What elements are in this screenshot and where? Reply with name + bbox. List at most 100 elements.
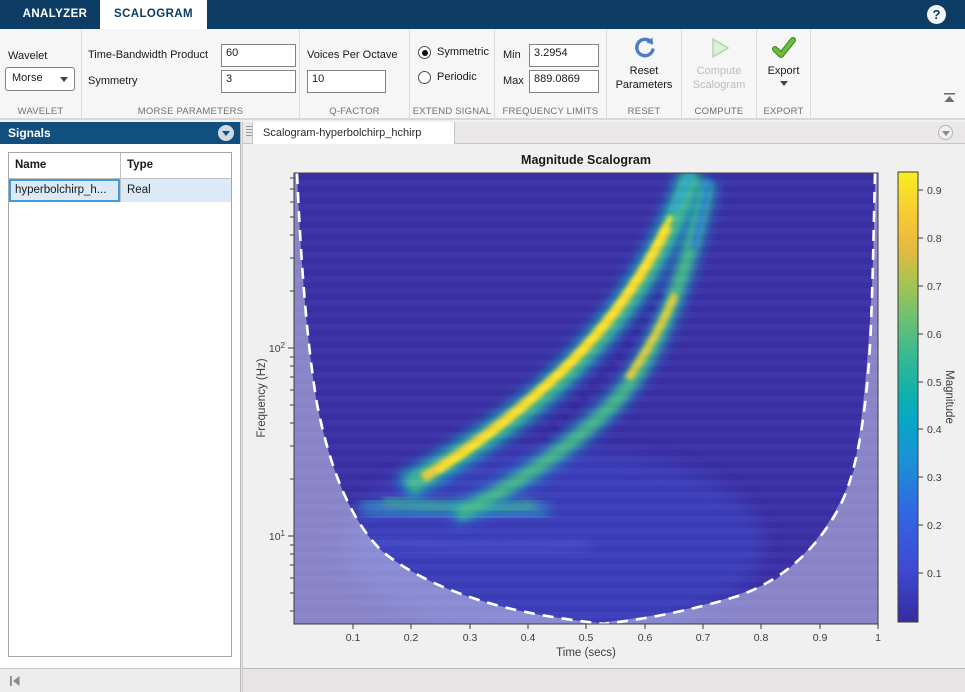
min-input[interactable]: 3.2954 xyxy=(529,44,599,67)
column-header-type[interactable]: Type xyxy=(121,153,231,178)
section-label-reset: RESET xyxy=(607,106,681,117)
section-export: Export EXPORT xyxy=(757,29,811,120)
reset-circular-arrow-icon xyxy=(631,35,657,61)
column-header-name[interactable]: Name xyxy=(9,153,121,178)
section-frequency-limits: Min 3.2954 Max 889.0869 FREQUENCY LIMITS xyxy=(495,29,607,120)
x-tick-label: 0.3 xyxy=(463,632,478,644)
export-button[interactable]: Export xyxy=(757,33,810,86)
tb-product-label: Time-Bandwidth Product xyxy=(88,49,208,61)
signals-panel-menu-icon[interactable] xyxy=(218,125,234,141)
document-tab-scalogram[interactable]: Scalogram-hyperbolchirp_hchirp xyxy=(252,122,455,144)
x-axis-label: Time (secs) xyxy=(556,647,616,659)
x-tick-label: 0.4 xyxy=(521,632,536,644)
section-compute: Compute Scalogram COMPUTE xyxy=(682,29,757,120)
colorbar-tick-label: 0.4 xyxy=(927,424,942,436)
wavelet-dropdown[interactable]: Morse xyxy=(5,67,75,91)
colorbar-tick-label: 0.3 xyxy=(927,472,942,484)
radio-symmetric-label: Symmetric xyxy=(437,46,489,58)
reset-parameters-button[interactable]: Reset Parameters xyxy=(607,33,681,92)
compute-line1: Compute xyxy=(682,64,756,78)
section-qfactor: Voices Per Octave 10 Q-FACTOR xyxy=(300,29,410,120)
section-extend-signal: Symmetric Periodic EXTEND SIGNAL xyxy=(410,29,495,120)
signal-name-cell[interactable]: hyperbolchirp_h... xyxy=(9,179,121,202)
reset-line2: Parameters xyxy=(607,78,681,92)
signals-table-header: Name Type xyxy=(9,153,231,179)
section-label-wavelet: WAVELET xyxy=(0,106,81,117)
colorbar-tick-label: 0.2 xyxy=(927,520,942,532)
scalogram-chart: Magnitude Scalogram xyxy=(243,144,965,668)
section-label-qfactor: Q-FACTOR xyxy=(300,106,409,117)
signals-panel: Signals Name Type hyperbolchirp_h... Rea… xyxy=(0,122,240,668)
document-tabbar: Scalogram-hyperbolchirp_hchirp xyxy=(243,122,965,144)
colorbar-tick-label: 0.9 xyxy=(927,185,942,197)
signals-panel-title: Signals xyxy=(8,122,51,144)
radio-circle-icon xyxy=(418,71,431,84)
signal-type-cell[interactable]: Real xyxy=(121,179,231,202)
help-icon[interactable]: ? xyxy=(927,5,946,24)
voices-input[interactable]: 10 xyxy=(307,70,386,93)
y-axis-ticks xyxy=(288,178,294,611)
heatmap-body[interactable] xyxy=(294,173,878,639)
colorbar-label: Magnitude xyxy=(943,370,955,424)
section-morse-parameters: Time-Bandwidth Product 60 Symmetry 3 MOR… xyxy=(82,29,300,120)
document-menu-icon[interactable] xyxy=(938,125,953,140)
y-tick-label: 102 xyxy=(269,341,286,355)
symmetry-input[interactable]: 3 xyxy=(221,70,296,93)
radio-periodic[interactable]: Periodic xyxy=(418,71,493,86)
minimize-toolstrip-icon[interactable] xyxy=(942,92,957,105)
radio-symmetric[interactable]: Symmetric xyxy=(418,46,493,61)
colorbar-tick-label: 0.6 xyxy=(927,329,942,341)
section-label-compute: COMPUTE xyxy=(682,106,756,117)
x-tick-label: 0.2 xyxy=(404,632,419,644)
tab-scalogram[interactable]: SCALOGRAM xyxy=(100,0,207,29)
signals-panel-header: Signals xyxy=(0,122,240,144)
colorbar-tick-label: 0.7 xyxy=(927,281,942,293)
play-triangle-icon xyxy=(706,35,732,61)
collapse-panel-icon[interactable] xyxy=(8,674,22,688)
scalogram-figure: Magnitude Scalogram xyxy=(243,144,965,668)
max-label: Max xyxy=(503,75,524,87)
toolstrip: Wavelet Morse WAVELET Time-Bandwidth Pro… xyxy=(0,29,965,120)
x-tick-label: 0.5 xyxy=(579,632,594,644)
document-statusbar xyxy=(243,668,965,692)
colorbar-tick-labels: 0.9 0.8 0.7 0.6 0.5 0.4 0.3 0.2 0.1 xyxy=(927,185,942,580)
y-axis-label: Frequency (Hz) xyxy=(256,358,268,437)
x-tick-label: 0.9 xyxy=(813,632,828,644)
green-check-icon xyxy=(771,35,797,61)
chart-title: Magnitude Scalogram xyxy=(521,153,651,167)
wavelet-analyzer-app: ANALYZER SCALOGRAM ? Wavelet Morse WAVEL… xyxy=(0,0,965,692)
wavelet-dropdown-value: Morse xyxy=(12,72,43,84)
signals-table: Name Type hyperbolchirp_h... Real xyxy=(8,152,232,657)
x-tick-label: 0.6 xyxy=(638,632,653,644)
x-tick-label: 0.8 xyxy=(754,632,769,644)
symmetry-label: Symmetry xyxy=(88,75,138,87)
colorbar[interactable] xyxy=(898,172,918,622)
colorbar-ticks xyxy=(918,190,923,573)
export-label: Export xyxy=(757,64,810,78)
x-axis-tick-labels: 0.1 0.2 0.3 0.4 0.5 0.6 0.7 0.8 0.9 1 xyxy=(346,632,881,644)
chevron-down-icon xyxy=(780,81,788,86)
signals-panel-statusbar xyxy=(0,668,240,692)
x-axis-ticks xyxy=(353,624,878,629)
max-input[interactable]: 889.0869 xyxy=(529,70,599,93)
x-tick-label: 1 xyxy=(875,632,881,644)
colorbar-tick-label: 0.1 xyxy=(927,568,942,580)
radio-periodic-label: Periodic xyxy=(437,71,477,83)
colorbar-tick-label: 0.5 xyxy=(927,377,942,389)
table-row[interactable]: hyperbolchirp_h... Real xyxy=(9,179,231,202)
x-tick-label: 0.7 xyxy=(696,632,711,644)
section-wavelet: Wavelet Morse WAVELET xyxy=(0,29,82,120)
app-titlebar: ANALYZER SCALOGRAM ? xyxy=(0,0,965,29)
tab-analyzer[interactable]: ANALYZER xyxy=(10,0,100,29)
section-label-morse: MORSE PARAMETERS xyxy=(82,106,299,117)
compute-scalogram-button[interactable]: Compute Scalogram xyxy=(682,33,756,92)
x-tick-label: 0.1 xyxy=(346,632,361,644)
section-label-export: EXPORT xyxy=(757,106,810,117)
compute-line2: Scalogram xyxy=(682,78,756,92)
wavelet-label: Wavelet xyxy=(8,50,47,62)
voices-label: Voices Per Octave xyxy=(307,49,398,61)
reset-line1: Reset xyxy=(607,64,681,78)
min-label: Min xyxy=(503,49,521,61)
tb-product-input[interactable]: 60 xyxy=(221,44,296,67)
section-label-extend: EXTEND SIGNAL xyxy=(410,106,494,117)
